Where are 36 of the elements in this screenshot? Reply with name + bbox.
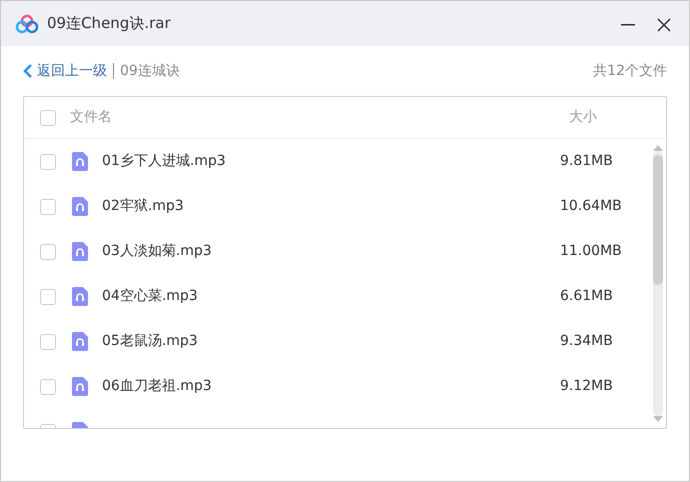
scrollbar-thumb[interactable] xyxy=(653,155,663,285)
row-checkbox[interactable] xyxy=(40,378,56,394)
audio-file-icon xyxy=(72,197,88,216)
audio-file-icon xyxy=(72,332,88,351)
column-header: 文件名 xyxy=(70,108,112,127)
row-checkbox[interactable] xyxy=(40,334,56,350)
file-name[interactable]: 03人淡如菊.mp3 xyxy=(102,241,212,262)
file-name[interactable]: 02牢狱.mp3 xyxy=(102,196,184,217)
file-size: 9.34MB xyxy=(560,332,614,351)
file-size: 10.64MB xyxy=(560,197,623,216)
row-checkbox[interactable] xyxy=(40,154,56,170)
audio-file-icon xyxy=(72,242,88,261)
file-count: 共12个文件 xyxy=(593,62,667,80)
file-name[interactable]: 01乡下人进城.mp3 xyxy=(102,151,226,172)
file-name[interactable]: 04空心菜.mp3 xyxy=(102,286,198,307)
row-checkbox[interactable] xyxy=(40,198,56,214)
file-name[interactable]: 06血刀老祖.mp3 xyxy=(102,376,212,397)
file-size: 11.00MB xyxy=(560,242,623,261)
audio-file-icon xyxy=(72,377,88,396)
file-size: 9.12MB xyxy=(560,377,614,396)
back-link[interactable]: 返回上一级 xyxy=(23,60,107,82)
cloud-logo-icon xyxy=(15,14,39,34)
folder-path: 09连城诀 xyxy=(120,62,180,80)
select-all-checkbox[interactable] xyxy=(40,110,56,126)
file-name[interactable]: 05老鼠汤.mp3 xyxy=(102,331,198,352)
window-title: 09连Cheng诀.rar xyxy=(47,13,171,34)
minimize-icon xyxy=(621,24,635,26)
column-header: 大小 xyxy=(569,108,598,127)
chevron-left-icon xyxy=(23,64,33,78)
file-size: 6.61MB xyxy=(560,287,614,306)
file-size: 9.81MB xyxy=(560,152,614,171)
audio-file-icon xyxy=(72,287,88,306)
row-checkbox[interactable] xyxy=(40,288,56,304)
close-icon xyxy=(657,18,671,32)
audio-file-icon xyxy=(72,152,88,171)
row-checkbox[interactable] xyxy=(40,244,56,260)
